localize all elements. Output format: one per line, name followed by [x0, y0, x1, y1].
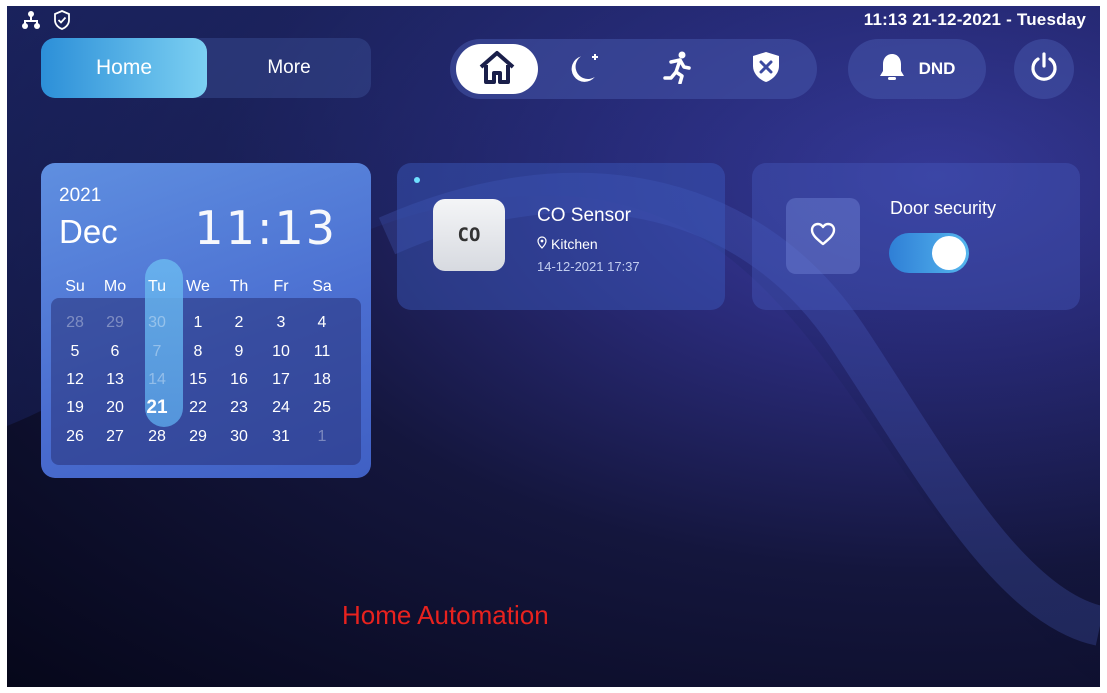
tab-more[interactable]: More [207, 38, 371, 98]
calendar-day[interactable]: 17 [261, 371, 301, 389]
co-location-label: Kitchen [551, 236, 598, 252]
toggle-knob [932, 236, 966, 270]
house-icon [477, 49, 517, 90]
network-tree-icon [21, 10, 41, 35]
calendar-day[interactable]: 9 [219, 343, 259, 361]
security-mode-bar [450, 39, 817, 99]
disarm-mode-button[interactable] [725, 44, 807, 94]
co-sensor-title: CO Sensor [537, 205, 631, 226]
status-datetime: 11:13 21-12-2021 - Tuesday [863, 10, 1086, 29]
calendar-day[interactable]: 30 [219, 428, 259, 446]
calendar-day[interactable]: 4 [302, 314, 342, 332]
calendar-year: 2021 [59, 185, 102, 206]
co-icon-label: CO [457, 224, 481, 246]
status-dot [414, 177, 420, 183]
calendar-day[interactable]: 5 [55, 343, 95, 361]
weekday-label: Sa [312, 278, 332, 295]
calendar-day[interactable]: 25 [302, 399, 342, 417]
calendar-day[interactable]: 26 [55, 428, 95, 446]
calendar-day[interactable]: 29 [95, 314, 135, 332]
calendar-day[interactable]: 28 [137, 428, 177, 446]
calendar-day[interactable]: 2 [219, 314, 259, 332]
away-mode-button[interactable] [636, 44, 718, 94]
power-button[interactable] [1014, 39, 1074, 99]
shield-x-icon [751, 51, 781, 88]
dnd-button[interactable]: DND [848, 39, 986, 99]
location-pin-icon [537, 236, 547, 252]
weekday-label: Mo [103, 278, 127, 295]
calendar-day[interactable]: 29 [178, 428, 218, 446]
door-security-toggle[interactable] [889, 233, 969, 273]
calendar-month: Dec [59, 213, 118, 250]
door-security-card: Door security [752, 163, 1080, 310]
calendar-day[interactable]: 12 [55, 371, 95, 389]
door-security-title: Door security [890, 198, 997, 218]
calendar-day[interactable]: 27 [95, 428, 135, 446]
calendar-day[interactable]: 1 [302, 428, 342, 446]
calendar-day[interactable]: 11 [302, 343, 342, 361]
calendar-day[interactable]: 30 [137, 314, 177, 332]
calendar-day[interactable]: 7 [137, 343, 177, 361]
weekday-label: Tu [147, 278, 167, 295]
weekday-label: Th [229, 278, 249, 295]
calendar-day[interactable]: 3 [261, 314, 301, 332]
calendar-day[interactable]: 10 [261, 343, 301, 361]
calendar-widget[interactable]: 2021 Dec 11:13 Su Mo Tu We Th Fr Sa 28 29 30 1 2 3 4 5… [41, 163, 371, 478]
running-person-icon [661, 50, 693, 89]
calendar-day[interactable]: 1 [178, 314, 218, 332]
co-sensor-location: Kitchen [537, 236, 598, 252]
sleep-mode-button[interactable] [546, 44, 628, 94]
calendar-day[interactable]: 13 [95, 371, 135, 389]
calendar-day[interactable]: 22 [178, 399, 218, 417]
calendar-day[interactable]: 31 [261, 428, 301, 446]
power-icon [1029, 51, 1059, 87]
calendar-day[interactable]: 24 [261, 399, 301, 417]
main-tabs: Home More [41, 38, 371, 98]
calendar-day[interactable]: 19 [55, 399, 95, 417]
calendar-day[interactable]: 21 [137, 397, 177, 419]
home-mode-button[interactable] [456, 44, 538, 94]
moon-icon [569, 49, 605, 90]
co-sensor-icon: CO [433, 199, 505, 271]
weekday-label: Su [65, 278, 85, 295]
calendar-day[interactable]: 20 [95, 399, 135, 417]
weekday-label: Fr [273, 278, 289, 295]
statusbar-icons [21, 10, 71, 35]
calendar-day[interactable]: 8 [178, 343, 218, 361]
dnd-label: DND [918, 59, 956, 78]
weekday-label: We [186, 278, 210, 295]
calendar-day[interactable]: 23 [219, 399, 259, 417]
screen: 11:13 21-12-2021 - Tuesday Home More DND… [7, 6, 1100, 687]
calendar-day[interactable]: 18 [302, 371, 342, 389]
bell-icon [879, 52, 905, 87]
calendar-day[interactable]: 28 [55, 314, 95, 332]
calendar-day[interactable]: 15 [178, 371, 218, 389]
shield-check-icon [53, 10, 71, 35]
co-sensor-timestamp: 14-12-2021 17:37 [537, 259, 640, 274]
tab-home[interactable]: Home [41, 38, 207, 98]
calendar-day[interactable]: 14 [137, 371, 177, 389]
calendar-day[interactable]: 16 [219, 371, 259, 389]
co-sensor-card[interactable]: CO CO Sensor Kitchen 14-12-2021 17:37 [397, 163, 725, 310]
heart-icon [809, 221, 837, 252]
door-security-icon-box [786, 198, 860, 274]
caption-label: Home Automation [342, 600, 549, 630]
calendar-day[interactable]: 6 [95, 343, 135, 361]
calendar-time: 11:13 [194, 201, 337, 255]
